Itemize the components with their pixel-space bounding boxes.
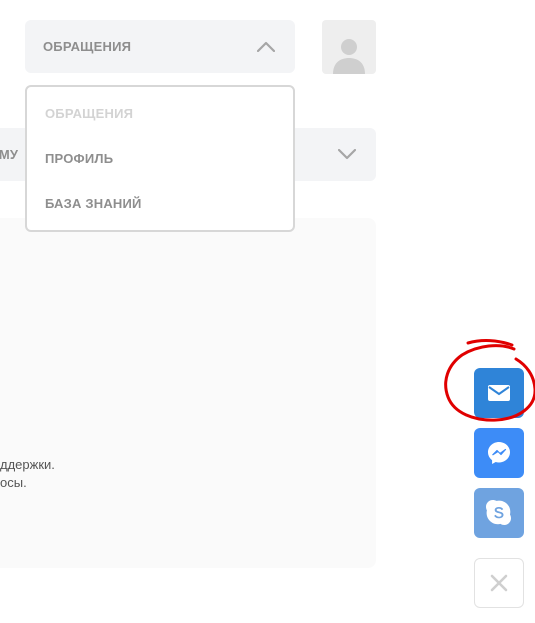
avatar[interactable] (322, 20, 376, 74)
skype-icon (486, 500, 511, 525)
messenger-icon (488, 442, 510, 464)
content-text: ддержки. осы. (0, 456, 100, 492)
menu-item-requests[interactable]: ОБРАЩЕНИЯ (27, 101, 293, 136)
section-select[interactable]: ОБРАЩЕНИЯ (25, 20, 295, 73)
chevron-down-icon (336, 144, 358, 166)
section-select-label: ОБРАЩЕНИЯ (43, 39, 132, 54)
content-line-2: осы. (0, 475, 27, 490)
messenger-button[interactable] (474, 428, 524, 478)
skype-button[interactable] (474, 488, 524, 538)
close-button[interactable] (474, 558, 524, 608)
section-menu: ОБРАЩЕНИЯ ПРОФИЛЬ БАЗА ЗНАНИЙ (25, 85, 295, 232)
user-icon (333, 39, 365, 74)
chevron-up-icon (255, 36, 277, 58)
content-line-1: ддержки. (0, 457, 55, 472)
menu-item-knowledge-base[interactable]: БАЗА ЗНАНИЙ (27, 181, 293, 226)
mail-button[interactable] (474, 368, 524, 418)
mail-icon (488, 385, 510, 401)
close-icon (490, 574, 508, 592)
topic-select-label: ЕМУ (0, 147, 19, 162)
menu-item-profile[interactable]: ПРОФИЛЬ (27, 136, 293, 181)
content-panel (0, 218, 376, 568)
